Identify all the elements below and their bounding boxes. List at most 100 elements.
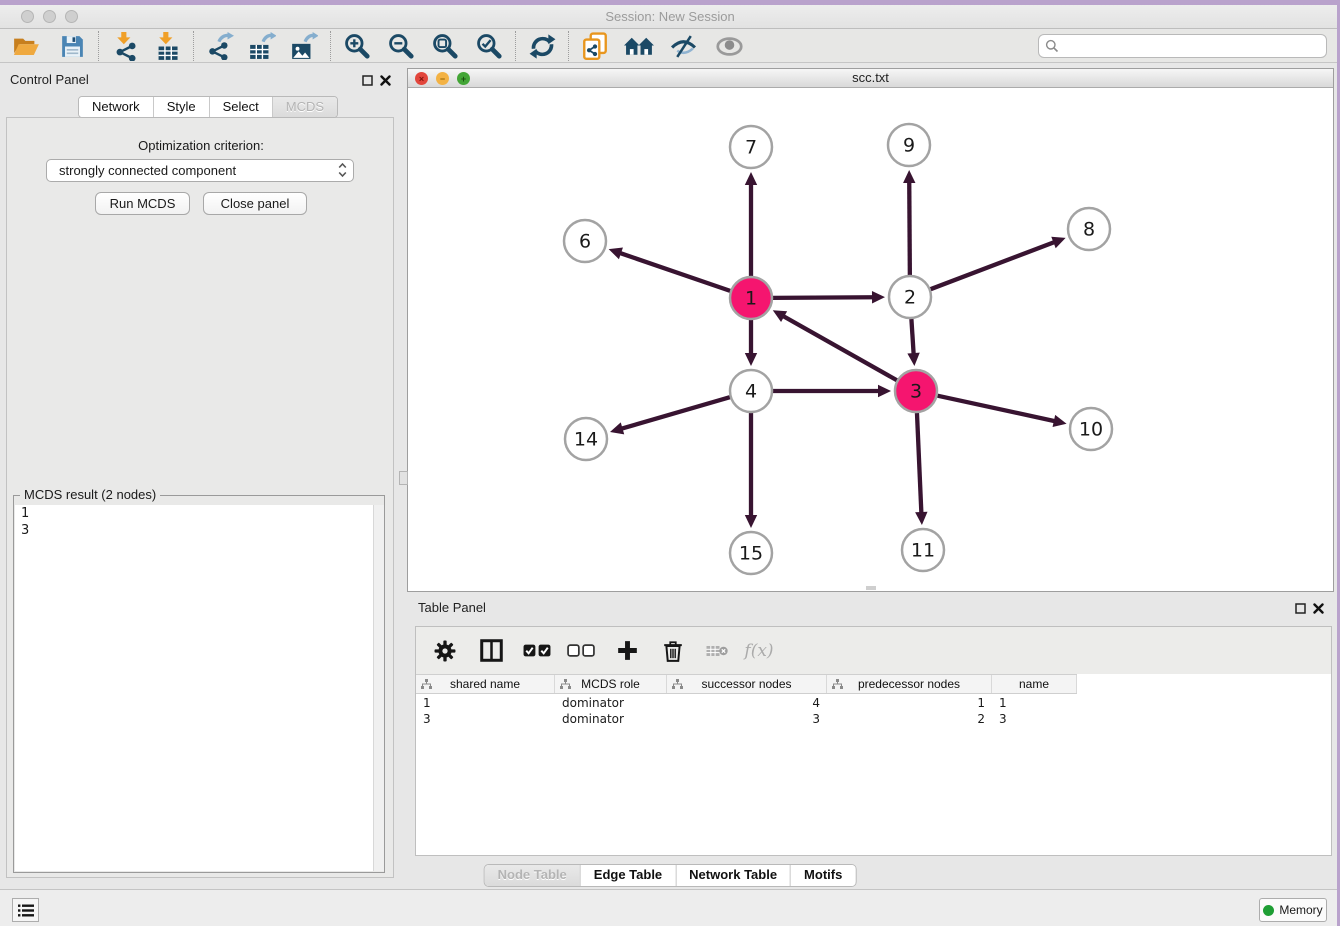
graph-edge-3-11[interactable] — [917, 413, 921, 514]
function-icon: f(x) — [740, 634, 778, 668]
import-table-icon[interactable] — [149, 31, 185, 62]
graph-edge-1-6[interactable] — [619, 253, 730, 291]
tab-network[interactable]: Network — [79, 97, 153, 117]
column-header-predecessor-nodes[interactable]: predecessor nodes — [827, 675, 992, 693]
import-network-icon[interactable] — [107, 31, 143, 62]
tab-network-table[interactable]: Network Table — [675, 865, 790, 886]
table-row[interactable]: 3dominator323 — [416, 711, 1331, 727]
graph-edge-3-10[interactable] — [937, 396, 1055, 422]
zoom-fit-icon[interactable] — [427, 31, 463, 62]
memory-button[interactable]: Memory — [1259, 898, 1327, 922]
table-tabs: Node TableEdge TableNetwork TableMotifs — [484, 864, 857, 887]
graph-node-label: 14 — [574, 429, 598, 451]
panel-splitter-handle[interactable] — [399, 471, 408, 485]
close-panel-icon[interactable] — [378, 73, 392, 87]
graph-node-label: 9 — [903, 135, 915, 157]
edge-arrowhead-icon — [745, 353, 757, 366]
titlebar: Session: New Session — [0, 5, 1340, 29]
open-session-icon[interactable] — [8, 31, 44, 62]
resize-grip[interactable] — [866, 586, 876, 590]
table-cell: dominator — [555, 695, 667, 711]
tab-motifs[interactable]: Motifs — [790, 865, 855, 886]
export-table-icon[interactable] — [244, 31, 280, 62]
apply-layout-icon[interactable] — [524, 31, 560, 62]
criterion-dropdown[interactable]: strongly connected component — [46, 159, 354, 182]
control-panel-tabs: NetworkStyleSelectMCDS — [78, 96, 338, 118]
close-panel-button[interactable]: Close panel — [203, 192, 307, 215]
table-header-row: shared nameMCDS rolesuccessor nodesprede… — [416, 674, 1077, 694]
close-window-button[interactable] — [21, 10, 34, 23]
clone-network-icon[interactable] — [577, 31, 613, 62]
minimize-window-button[interactable] — [43, 10, 56, 23]
close-view-icon[interactable]: × — [415, 72, 428, 85]
close-table-panel-icon[interactable] — [1311, 601, 1325, 615]
deselect-all-icon[interactable] — [562, 634, 600, 668]
hide-graphics-icon[interactable] — [665, 31, 701, 62]
graph-edge-1-2[interactable] — [773, 297, 874, 298]
float-table-panel-icon[interactable] — [1293, 601, 1307, 615]
list-icon — [18, 904, 34, 917]
tree-sort-icon — [421, 679, 432, 693]
table-cell: 1 — [416, 695, 555, 711]
show-all-views-icon[interactable] — [621, 31, 657, 62]
tree-sort-icon — [560, 679, 571, 693]
column-header-successor-nodes[interactable]: successor nodes — [667, 675, 827, 693]
gear-icon[interactable] — [426, 634, 464, 668]
table-cell: 3 — [667, 711, 827, 727]
graph-edge-3-1[interactable] — [782, 316, 896, 381]
graph-node-label: 4 — [745, 381, 757, 403]
result-scrollbar[interactable] — [373, 505, 384, 871]
graph-node-label: 11 — [911, 540, 935, 562]
tab-edge-table[interactable]: Edge Table — [580, 865, 675, 886]
column-header-shared-name[interactable]: shared name — [416, 675, 555, 693]
select-all-icon[interactable] — [518, 634, 556, 668]
minimize-view-icon[interactable]: − — [436, 72, 449, 85]
run-mcds-button[interactable]: Run MCDS — [95, 192, 190, 215]
search-field[interactable] — [1038, 34, 1327, 58]
status-bar: Memory — [0, 889, 1340, 926]
graph-edge-2-8[interactable] — [931, 242, 1056, 289]
graph-node-label: 10 — [1079, 419, 1103, 441]
table-cell: 1 — [827, 695, 992, 711]
toolbar-separator — [193, 31, 194, 61]
tab-node-table[interactable]: Node Table — [485, 865, 580, 886]
graph-node-label: 1 — [745, 288, 757, 310]
export-image-icon[interactable] — [286, 31, 322, 62]
table-toolbar: f(x) — [416, 627, 1331, 674]
tab-style[interactable]: Style — [153, 97, 209, 117]
search-input[interactable] — [1059, 38, 1326, 54]
save-session-icon[interactable] — [54, 31, 90, 62]
export-network-icon[interactable] — [202, 31, 238, 62]
delete-row-icon[interactable] — [654, 634, 692, 668]
task-history-button[interactable] — [12, 898, 39, 922]
table-cell: 4 — [667, 695, 827, 711]
zoom-out-icon[interactable] — [383, 31, 419, 62]
tab-mcds[interactable]: MCDS — [272, 97, 337, 117]
graph-node-label: 6 — [579, 231, 591, 253]
edge-arrowhead-icon — [1053, 415, 1067, 427]
tab-select[interactable]: Select — [209, 97, 272, 117]
network-window-titlebar[interactable]: × − + scc.txt — [408, 69, 1333, 88]
mcds-result-list[interactable]: 13 — [15, 505, 383, 871]
graph-edge-4-14[interactable] — [621, 397, 730, 429]
column-header-MCDS-role[interactable]: MCDS role — [555, 675, 667, 693]
graph-node-label: 7 — [745, 137, 757, 159]
network-canvas[interactable]: 7968124314101511 — [408, 88, 1333, 591]
column-header-name[interactable]: name — [992, 675, 1077, 693]
edge-arrowhead-icon — [915, 512, 927, 525]
graph-edge-2-3[interactable] — [911, 319, 913, 355]
tree-sort-icon — [832, 679, 843, 693]
zoom-window-button[interactable] — [65, 10, 78, 23]
columns-icon[interactable] — [472, 634, 510, 668]
graph-edge-2-9[interactable] — [909, 181, 910, 275]
zoom-in-icon[interactable] — [339, 31, 375, 62]
edge-arrowhead-icon — [609, 247, 623, 259]
float-panel-icon[interactable] — [360, 73, 374, 87]
mcds-panel: Optimization criterion: strongly connect… — [6, 117, 394, 878]
maximize-view-icon[interactable]: + — [457, 72, 470, 85]
table-row[interactable]: 1dominator411 — [416, 695, 1331, 711]
table-cell: dominator — [555, 711, 667, 727]
toolbar-separator — [515, 31, 516, 61]
add-row-icon[interactable] — [608, 634, 646, 668]
zoom-selected-icon[interactable] — [471, 31, 507, 62]
